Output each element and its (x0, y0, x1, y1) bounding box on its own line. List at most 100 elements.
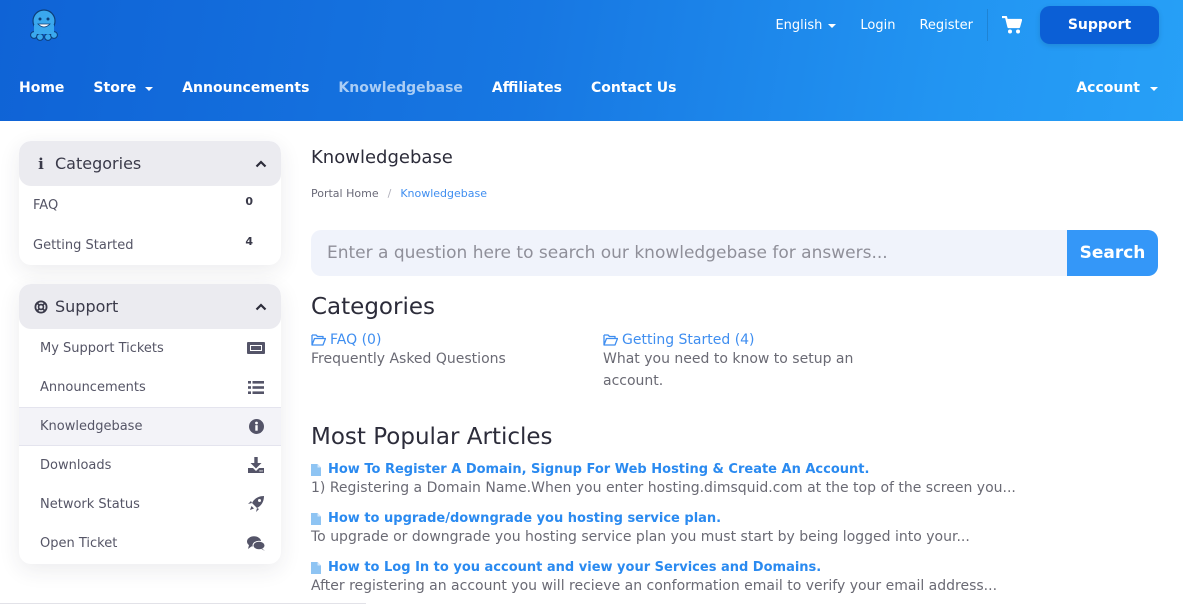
language-label: English (775, 17, 823, 33)
sidebar-item-label: Announcements (40, 379, 146, 395)
nav-store-label: Store (93, 80, 137, 96)
sidebar-item-announcements[interactable]: Announcements (19, 368, 281, 407)
ticket-icon (247, 340, 265, 356)
info-circle-icon (247, 419, 265, 435)
category-label: FAQ (33, 198, 59, 213)
kb-category-label: FAQ (0) (330, 332, 382, 348)
comments-icon (247, 536, 265, 552)
life-ring-icon (33, 300, 49, 314)
nav-affiliates-label: Affiliates (491, 80, 562, 96)
breadcrumb-knowledgebase[interactable]: Knowledgebase (400, 187, 487, 200)
article-link[interactable]: How to upgrade/downgrade you hosting ser… (311, 511, 1161, 526)
breadcrumb: Portal Home / Knowledgebase (311, 187, 487, 200)
file-icon (311, 561, 321, 574)
login-link[interactable]: Login (860, 18, 895, 33)
sidebar-item-label: Open Ticket (40, 536, 118, 551)
shopping-cart-icon (1002, 15, 1023, 34)
nav-contact-us-label: Contact Us (590, 80, 677, 96)
nav-affiliates[interactable]: Affiliates (492, 80, 562, 96)
article-item: How To Register A Domain, Signup For Web… (311, 462, 1161, 496)
breadcrumb-portal-home[interactable]: Portal Home (311, 187, 379, 200)
article-link[interactable]: How To Register A Domain, Signup For Web… (311, 462, 1161, 477)
article-title: How to Log In to you account and view yo… (328, 560, 822, 575)
sidebar-item-open-ticket[interactable]: Open Ticket (19, 524, 281, 564)
list-icon (247, 379, 265, 395)
nav-announcements-label: Announcements (182, 80, 310, 96)
sidebar-item-label: Downloads (40, 457, 112, 473)
top-bar: English Login Register Support (751, 6, 1159, 44)
category-count: 0 (245, 195, 253, 208)
download-icon (247, 457, 265, 473)
nav-contact-us[interactable]: Contact Us (591, 80, 677, 96)
kb-category: FAQ (0) Frequently Asked Questions (311, 332, 581, 370)
sidebar-category-faq[interactable]: FAQ 0 (19, 186, 281, 225)
support-button[interactable]: Support (1040, 6, 1159, 44)
search-button[interactable]: Search (1067, 230, 1158, 276)
file-icon (311, 463, 321, 476)
logo[interactable] (28, 8, 60, 42)
caret-down-icon (145, 87, 154, 91)
info-icon: i (38, 154, 44, 173)
rocket-icon (247, 496, 265, 512)
nav-home-label: Home (19, 80, 65, 96)
article-link[interactable]: How to Log In to you account and view yo… (311, 560, 1161, 575)
sidebar-item-label: Network Status (40, 496, 140, 512)
sidebar-item-label: Knowledgebase (40, 419, 143, 434)
article-title: How To Register A Domain, Signup For Web… (328, 462, 870, 477)
file-icon (311, 512, 321, 525)
sidebar-item-network-status[interactable]: Network Status (19, 485, 281, 524)
account-label: Account (1076, 80, 1140, 96)
divider (987, 9, 988, 41)
support-panel-title: Support (55, 297, 119, 316)
kb-category: Getting Started (4) What you need to kno… (603, 332, 865, 392)
nav-knowledgebase-label: Knowledgebase (338, 80, 463, 96)
kb-category-description: Frequently Asked Questions (311, 351, 506, 367)
nav-announcements[interactable]: Announcements (182, 80, 309, 96)
folder-open-icon (311, 334, 326, 346)
language-dropdown[interactable]: English (775, 17, 837, 33)
account-dropdown[interactable]: Account (1076, 80, 1158, 96)
nav-store[interactable]: Store (93, 80, 154, 96)
category-label: Getting Started (33, 237, 134, 253)
kb-category-description: What you need to know to setup an accoun… (603, 351, 854, 389)
categories-heading: Categories (311, 294, 435, 320)
support-panel-header[interactable]: Support (19, 284, 281, 329)
breadcrumb-separator: / (387, 187, 392, 200)
folder-open-icon (603, 334, 618, 346)
kb-category-label: Getting Started (4) (622, 332, 755, 348)
sidebar-item-knowledgebase[interactable]: Knowledgebase (19, 407, 281, 446)
divider (0, 603, 366, 604)
article-excerpt: To upgrade or downgrade you hosting serv… (311, 529, 970, 545)
article-excerpt: After registering an account you will re… (311, 578, 998, 594)
sidebar-item-my-support-tickets[interactable]: My Support Tickets (19, 329, 281, 368)
sidebar-category-getting-started[interactable]: Getting Started 4 (19, 225, 281, 265)
cart-button[interactable] (1002, 15, 1023, 34)
chevron-up-icon[interactable] (255, 301, 267, 313)
register-link[interactable]: Register (919, 18, 973, 33)
categories-panel-header[interactable]: i Categories (19, 141, 281, 186)
knowledgebase-search: Search (311, 230, 1158, 276)
article-item: How to Log In to you account and view yo… (311, 560, 1161, 594)
article-title: How to upgrade/downgrade you hosting ser… (328, 511, 722, 526)
squid-mascot-icon (30, 9, 58, 41)
caret-down-icon (1150, 87, 1158, 91)
page-title: Knowledgebase (311, 147, 453, 168)
chevron-up-icon[interactable] (255, 158, 267, 170)
support-panel: Support My Support Tickets Announcements… (19, 284, 281, 564)
categories-panel-title: Categories (55, 154, 142, 173)
nav-home[interactable]: Home (19, 80, 64, 96)
site-header: English Login Register Support Home Stor… (0, 0, 1183, 121)
categories-panel: i Categories FAQ 0 Getting Started 4 (19, 141, 281, 265)
kb-category-link-faq[interactable]: FAQ (0) (311, 332, 581, 348)
category-count: 4 (245, 234, 253, 248)
article-item: How to upgrade/downgrade you hosting ser… (311, 511, 1161, 545)
sidebar-item-label: My Support Tickets (40, 340, 164, 356)
sidebar-item-downloads[interactable]: Downloads (19, 446, 281, 485)
main-nav: Home Store Announcements Knowledgebase A… (19, 80, 706, 96)
caret-down-icon (828, 24, 837, 28)
search-input[interactable] (311, 230, 1067, 276)
article-excerpt: 1) Registering a Domain Name.When you en… (311, 480, 1016, 496)
kb-category-link-getting-started[interactable]: Getting Started (4) (603, 332, 865, 348)
popular-articles-heading: Most Popular Articles (311, 424, 553, 450)
nav-knowledgebase[interactable]: Knowledgebase (338, 80, 463, 96)
